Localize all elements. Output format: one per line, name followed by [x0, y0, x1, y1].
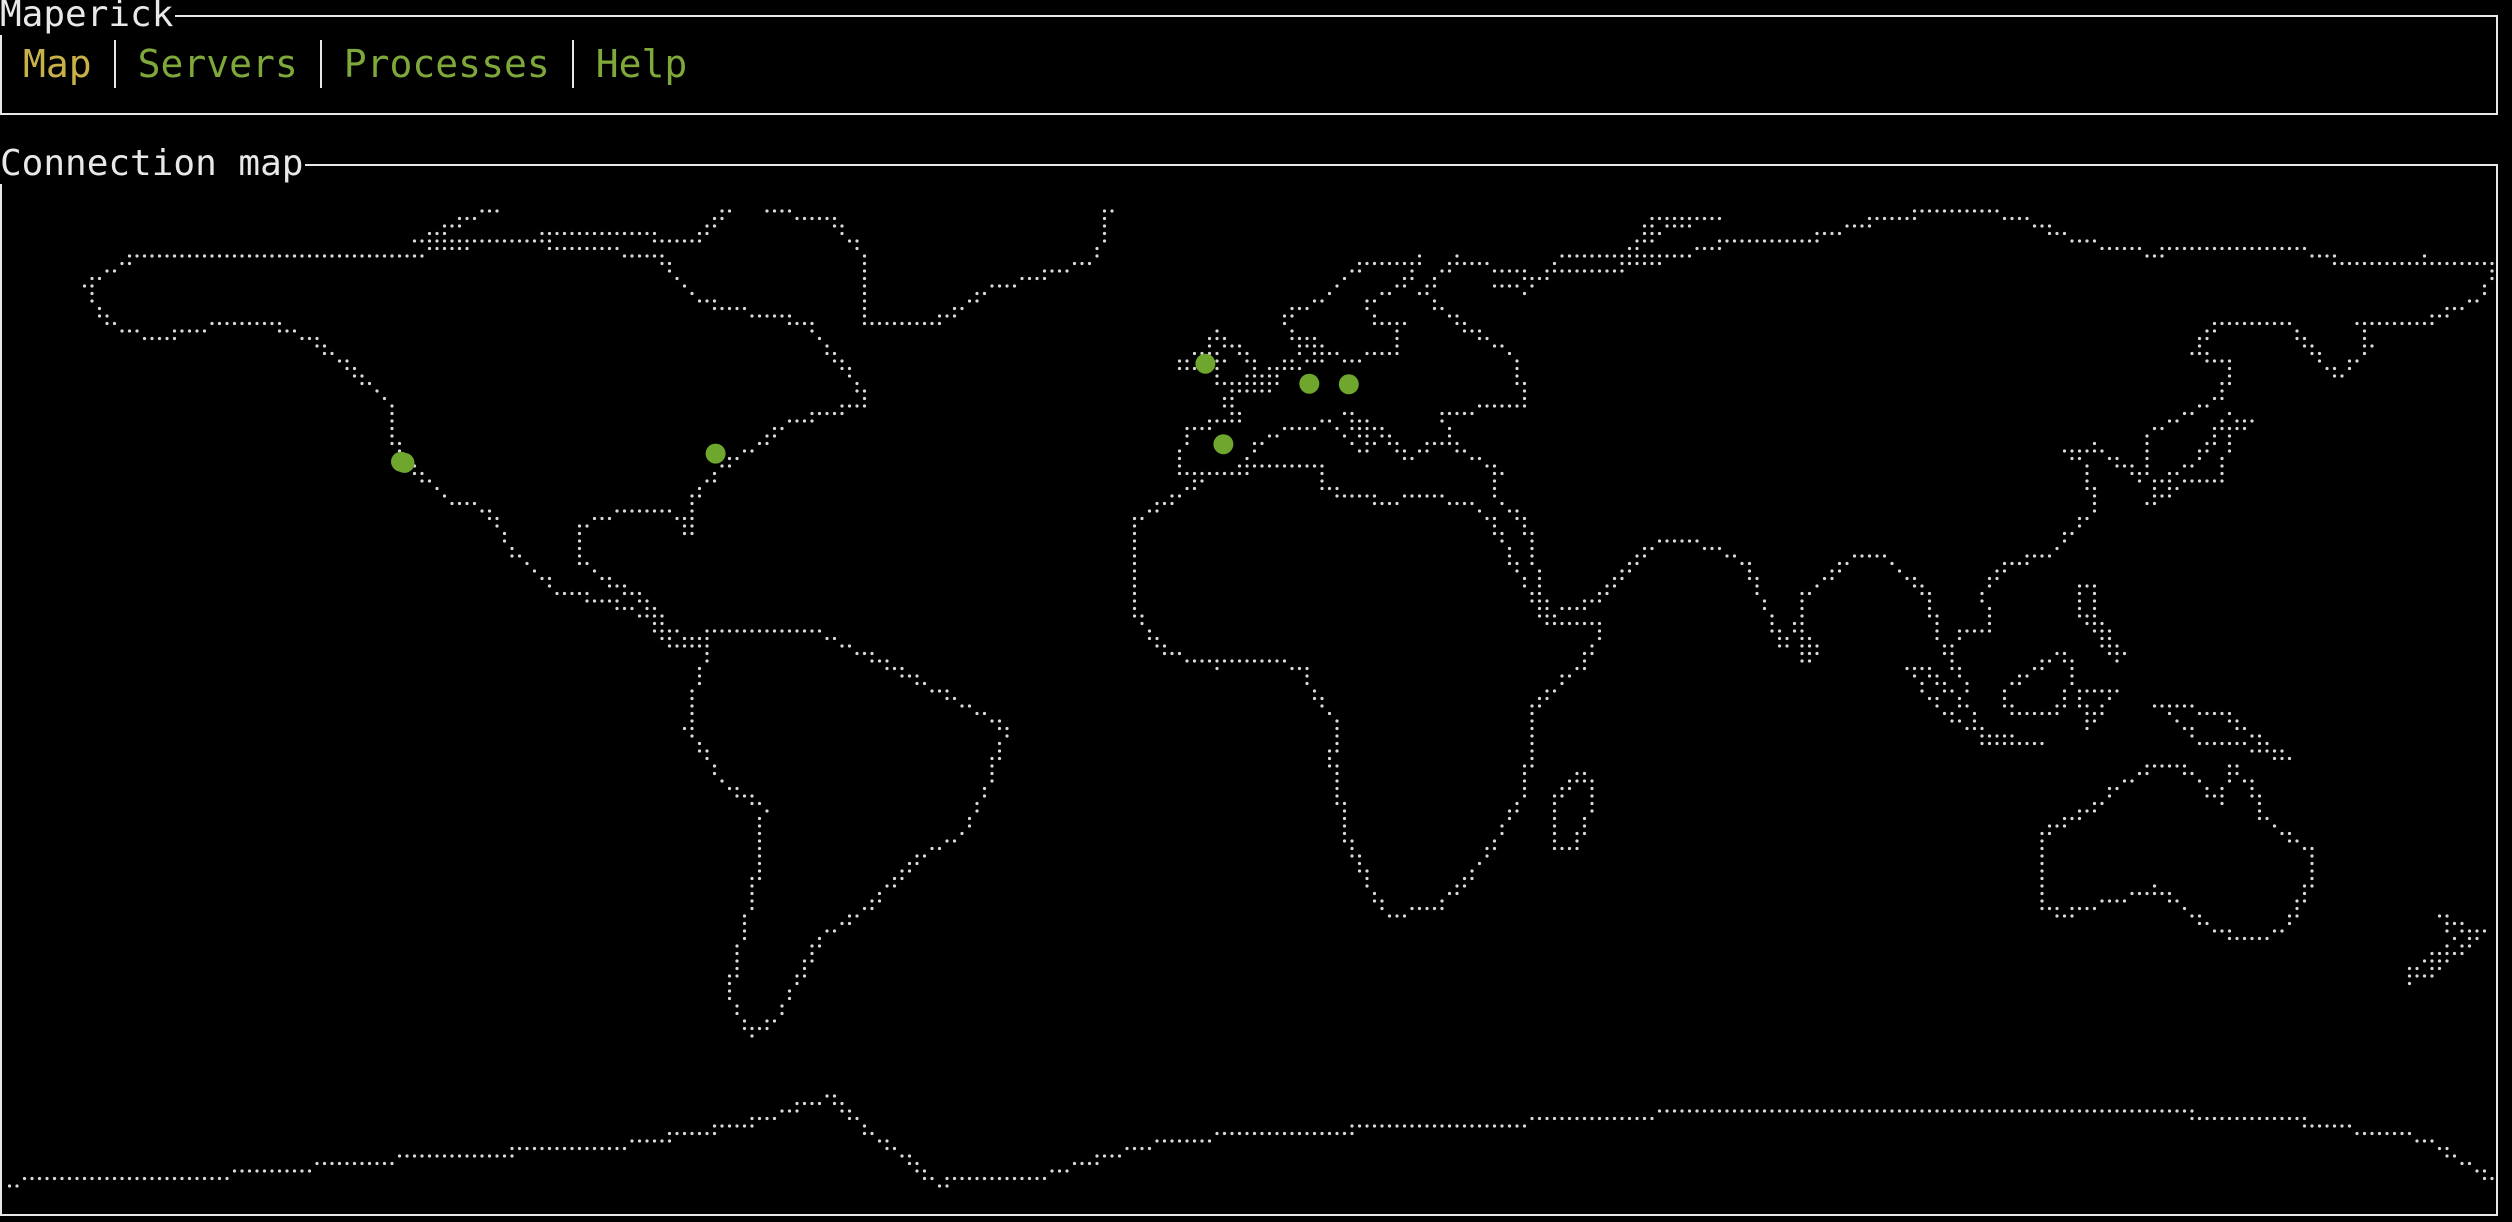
connection-marker-icon — [1299, 373, 1320, 394]
tab-help[interactable]: Help — [574, 39, 710, 89]
connection-markers — [391, 353, 1359, 473]
tab-map[interactable]: Map — [20, 39, 114, 89]
tab-processes[interactable]: Processes — [322, 39, 572, 89]
connection-marker-icon — [394, 452, 415, 473]
tab-servers[interactable]: Servers — [116, 39, 320, 89]
tab-bar: Map Servers Processes Help — [20, 39, 709, 89]
connection-marker-icon — [1338, 374, 1359, 395]
navigation-panel: Maperick Map Servers Processes Help — [0, 0, 2498, 115]
connection-map-panel: Connection map — [0, 144, 2498, 1216]
app-title: Maperick — [0, 0, 176, 35]
connection-marker-icon — [1195, 353, 1216, 374]
connection-marker-icon — [1213, 434, 1234, 455]
world-map-landmass — [7, 209, 2494, 1188]
world-map — [7, 209, 2494, 1188]
connection-marker-icon — [705, 443, 726, 464]
